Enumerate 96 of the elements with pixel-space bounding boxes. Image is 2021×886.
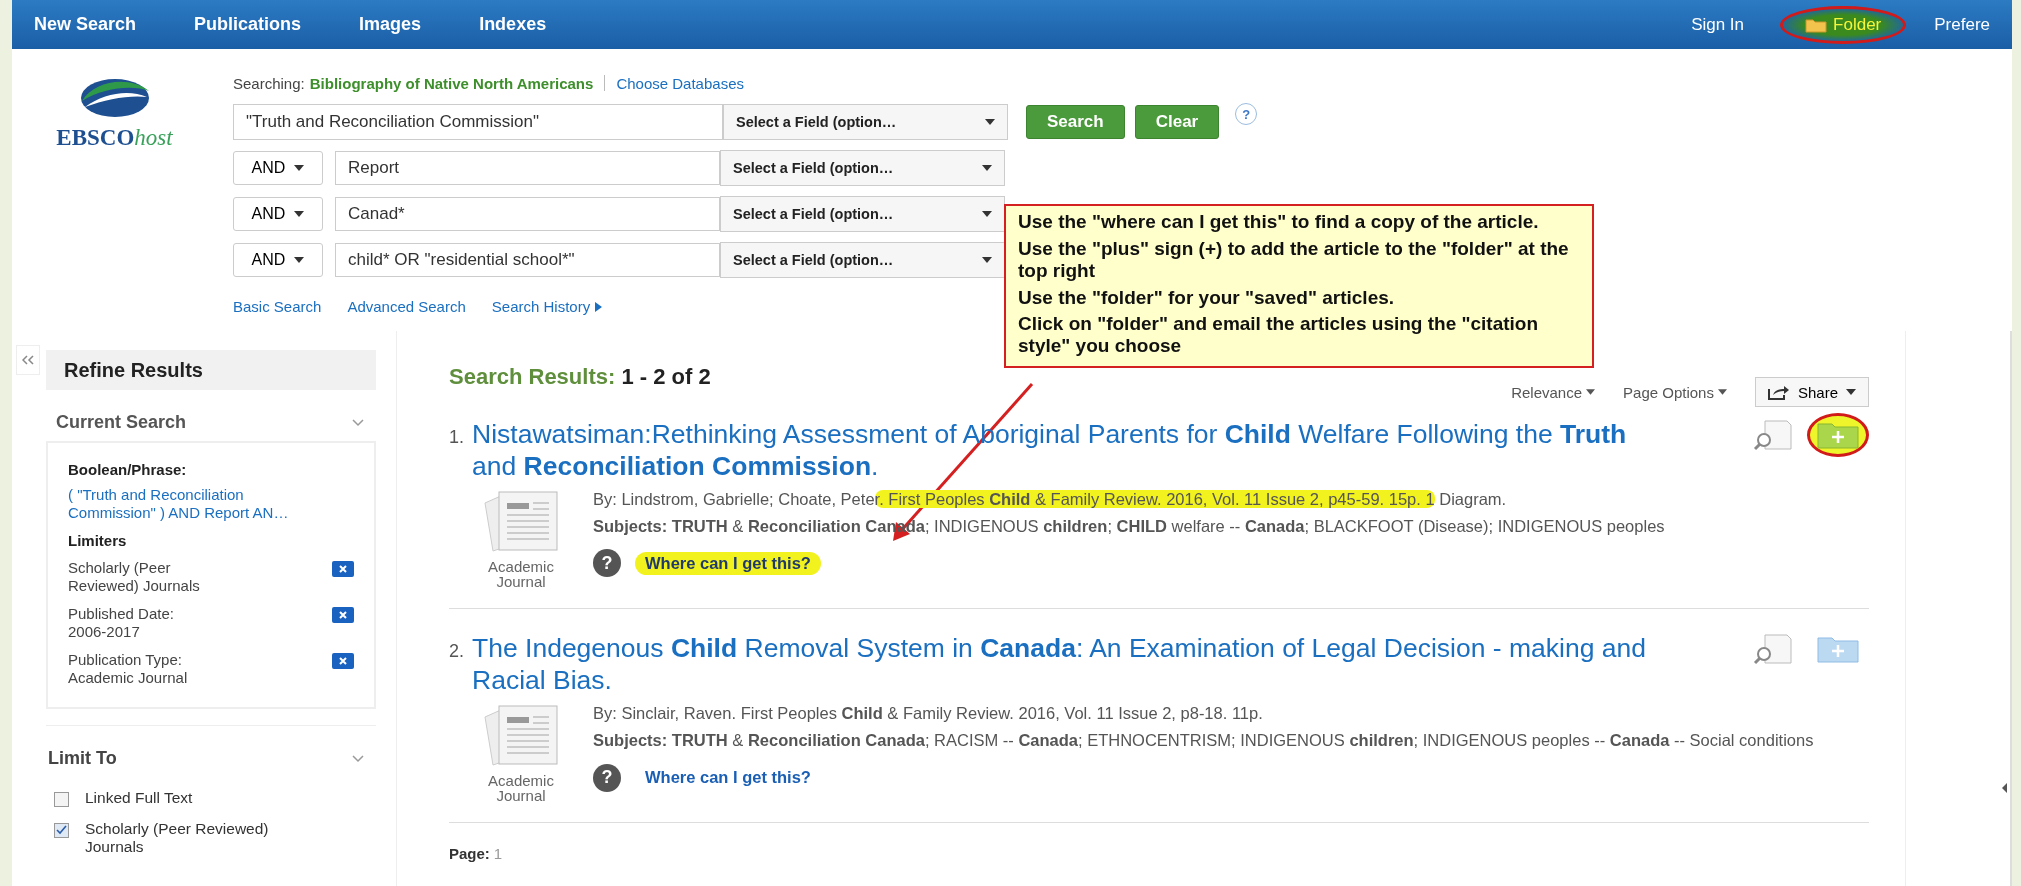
page-label: Page:	[449, 845, 490, 863]
checkbox-label: Linked Full Text	[85, 789, 194, 808]
boolean-label: Boolean/Phrase:	[68, 461, 188, 478]
refine-results-header: Refine Results	[46, 350, 376, 390]
where-can-i-get-this-link[interactable]: Where can I get this?	[635, 551, 821, 575]
caret-icon	[982, 165, 992, 171]
operator-dropdown[interactable]: AND	[233, 151, 323, 185]
double-chevron-icon	[22, 355, 34, 365]
caret-icon	[985, 119, 995, 125]
document-icon	[481, 488, 561, 555]
section-heading: Limit To	[48, 748, 117, 769]
caret-icon	[595, 301, 603, 312]
search-mode-link[interactable]: Basic Search	[233, 298, 322, 315]
remove-limiter-button[interactable]	[332, 607, 354, 623]
caret-icon	[1717, 389, 1727, 395]
limiter-text: Published Date: 2006-2017	[68, 605, 175, 641]
preview-icon[interactable]	[1753, 633, 1793, 666]
check-icon	[56, 825, 67, 836]
search-field[interactable]: child* OR "residential school*"	[335, 243, 720, 277]
caret-icon	[294, 165, 305, 171]
add-to-folder-button[interactable]	[1807, 413, 1869, 457]
caret-icon	[1846, 389, 1856, 395]
search-field[interactable]: Canad*	[335, 197, 720, 231]
searching-label: Searching:	[233, 74, 305, 92]
search-field[interactable]: Report	[335, 151, 720, 185]
search-action-button[interactable]: Search	[1026, 105, 1125, 139]
nav-link[interactable]: Indexes	[479, 14, 547, 35]
collapse-button[interactable]	[16, 345, 40, 375]
result-number: 1.	[449, 427, 464, 449]
callout-text: Use the "plus" sign (+) to add the article to the "folder" at the top right	[1018, 237, 1570, 282]
logo-text: EBSCOhost	[56, 125, 173, 151]
field-dropdown[interactable]: Select a Field (option…	[720, 242, 1005, 278]
preferences-link[interactable]: Prefere	[1934, 14, 1990, 35]
choose-databases-link[interactable]: Choose Databases	[616, 74, 744, 92]
logo-icon	[78, 77, 151, 119]
field-dropdown[interactable]: Select a Field (option…	[720, 150, 1005, 186]
caret-icon	[982, 211, 992, 217]
publication-type-label: Academic Journal	[487, 558, 555, 591]
citation-text: By: Lindstrom, Gabrielle; Choate, Peter. First Peoples Child & Family Review. 2016, Vol. 11 Issue 2, p45-59. 15p. 1 Diagram.	[593, 488, 1508, 510]
operator-dropdown[interactable]: AND	[233, 197, 323, 231]
folder-link[interactable]: Folder	[1780, 5, 1907, 44]
checkbox[interactable]	[54, 822, 69, 838]
result-title-link[interactable]: The Indegenous Child Removal System in Canada: An Examination of Legal Decision - making and Racial Bias.	[472, 633, 1649, 697]
database-name: Bibliography of Native North Americans	[309, 74, 594, 92]
limiter-text: Scholarly (Peer Reviewed) Journals	[68, 559, 201, 595]
preview-icon[interactable]	[1753, 419, 1793, 451]
page-options-dropdown[interactable]: Page Options	[1623, 383, 1727, 401]
search-mode-link[interactable]: Search History	[491, 298, 603, 315]
callout-text: Use the "where can I get this" to find a copy of the article.	[1018, 211, 1540, 233]
results-summary: Search Results: 1 - 2 of 2	[449, 364, 711, 390]
nav-link[interactable]: Publications	[194, 14, 302, 35]
result-number: 2.	[449, 641, 464, 663]
nav-link[interactable]: New Search	[34, 14, 137, 35]
caret-icon	[294, 211, 305, 217]
sort-dropdown[interactable]: Relevance	[1511, 383, 1596, 401]
page-number-link[interactable]: 1	[493, 845, 503, 863]
search-field[interactable]: "Truth and Reconciliation Commission"	[233, 104, 723, 140]
operator-dropdown[interactable]: AND	[233, 243, 323, 277]
remove-limiter-button[interactable]	[332, 653, 354, 669]
limiters-label: Limiters	[68, 532, 128, 549]
field-dropdown[interactable]: Select a Field (option…	[723, 104, 1008, 140]
where-can-i-get-this-link[interactable]: Where can I get this?	[635, 766, 821, 790]
folder-plus-icon	[1817, 635, 1859, 664]
remove-limiter-button[interactable]	[332, 561, 354, 577]
nav-link[interactable]: Images	[359, 14, 422, 35]
search-action-button[interactable]: Clear	[1134, 105, 1220, 139]
search-mode-link[interactable]: Advanced Search	[347, 298, 466, 315]
checkbox-label: Scholarly (Peer Reviewed) Journals	[85, 819, 270, 857]
share-button[interactable]: Share	[1754, 377, 1869, 407]
close-icon	[338, 610, 348, 620]
publication-type-label: Academic Journal	[487, 772, 555, 805]
help-button[interactable]: ?	[1235, 103, 1258, 125]
document-icon	[481, 702, 561, 769]
checkbox[interactable]	[54, 792, 69, 807]
section-heading: Current Search	[56, 412, 187, 433]
close-icon	[338, 656, 348, 666]
field-dropdown[interactable]: Select a Field (option…	[720, 196, 1005, 232]
chevron-icon[interactable]	[352, 754, 364, 763]
callout-text: Use the "folder" for your "saved" articles.	[1018, 286, 1396, 309]
help-icon: ?	[593, 763, 621, 792]
query-link[interactable]: ( "Truth and Reconciliation Commission" ) AND Report AN…	[68, 486, 303, 522]
callout-text: Click on "folder" and email the articles using the "citation style" you choose	[1018, 313, 1540, 358]
caret-icon	[982, 257, 992, 263]
scroll-left-icon[interactable]	[2000, 781, 2010, 795]
subjects-text: Subjects: TRUTH & Reconciliation Canada; RACISM -- Canada; ETHNOCENTRISM; INDIGENOUS children; INDIGENOUS peoples -- Canada -- Social conditions	[593, 730, 1815, 752]
help-icon: ?	[593, 549, 621, 578]
sign-in-link[interactable]: Sign In	[1691, 14, 1745, 35]
share-icon	[1767, 384, 1790, 400]
folder-icon	[1805, 16, 1828, 33]
close-icon	[338, 564, 348, 574]
limiter-text: Publication Type: Academic Journal	[68, 651, 189, 687]
caret-icon	[294, 257, 305, 263]
citation-text: By: Sinclair, Raven. First Peoples Child & Family Review. 2016, Vol. 11 Issue 2, p8-18. 11p.	[593, 702, 1264, 724]
folder-plus-icon	[1817, 421, 1859, 449]
caret-icon	[1586, 389, 1596, 395]
chevron-icon[interactable]	[352, 418, 364, 427]
